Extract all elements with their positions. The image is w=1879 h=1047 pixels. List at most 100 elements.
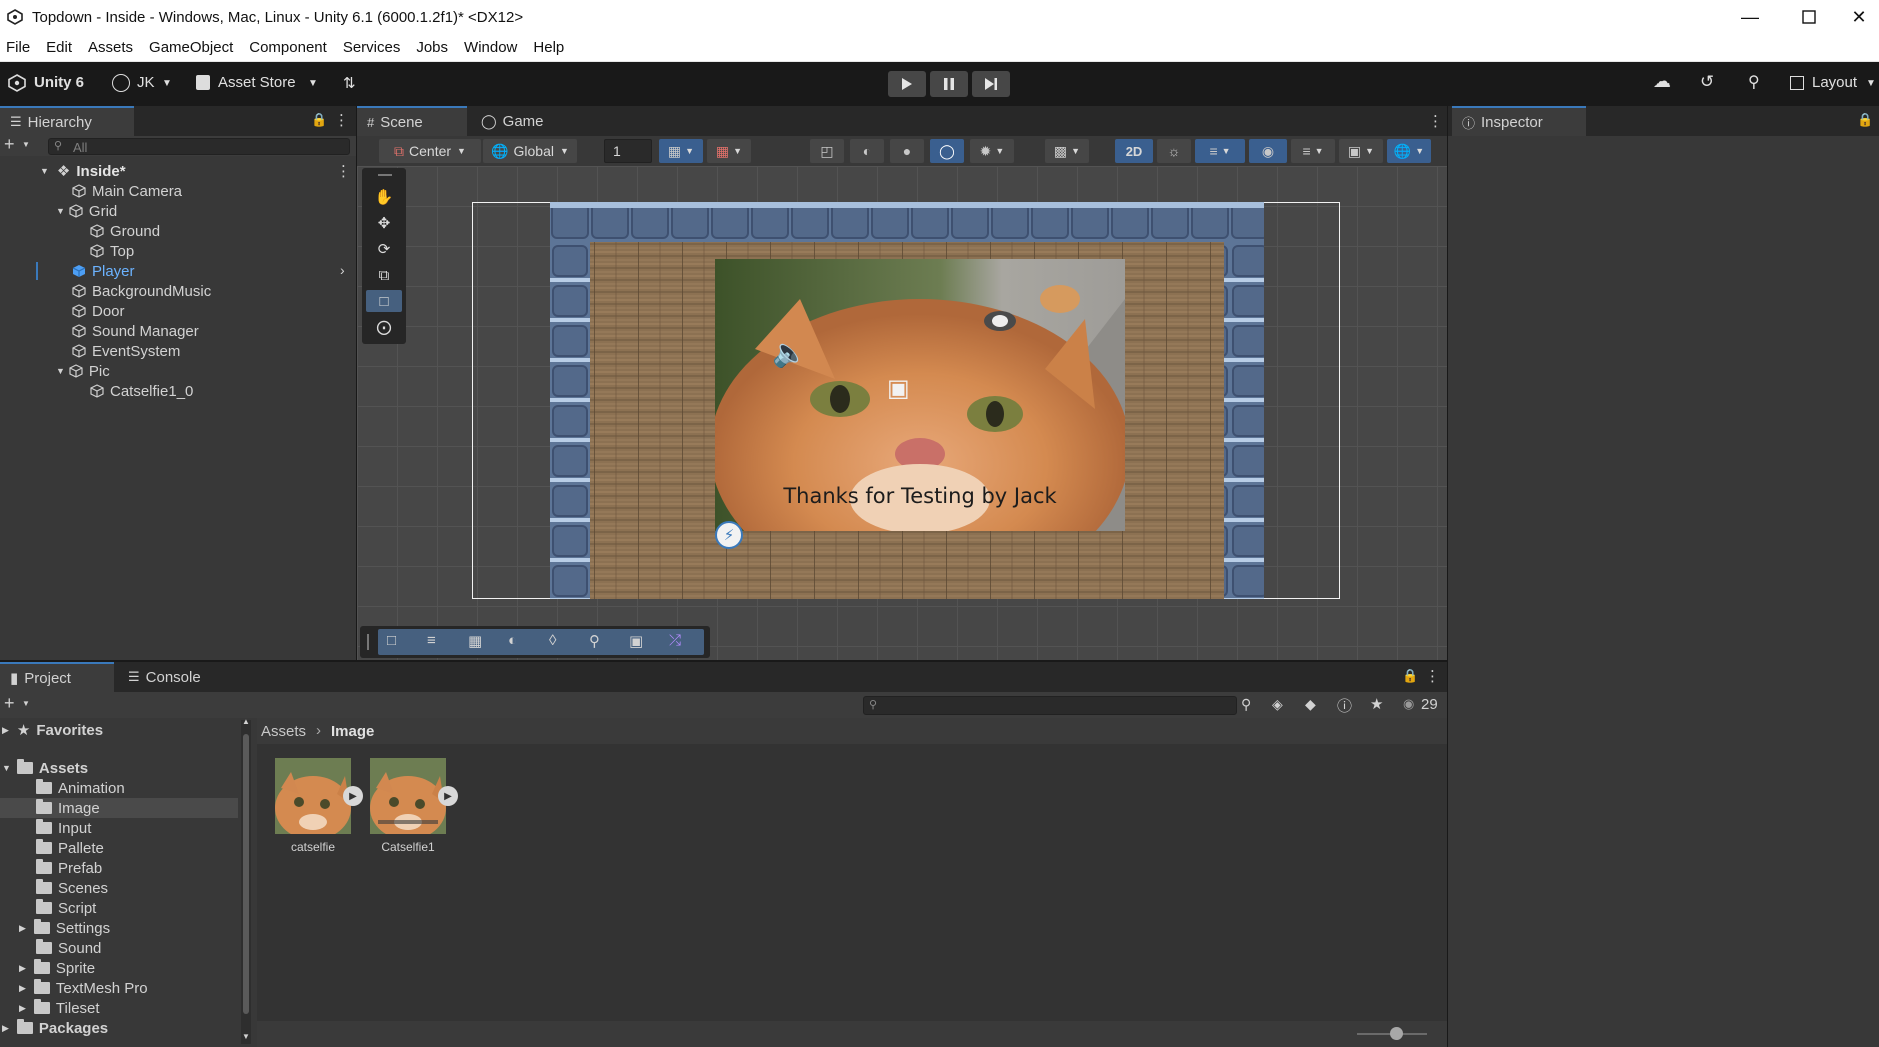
hierarchy-search-input[interactable]: ⚲ All <box>48 138 350 155</box>
expand-arrow-icon[interactable]: ▶ <box>19 963 26 974</box>
menu-edit[interactable]: Edit <box>40 39 82 56</box>
zoom-icon[interactable]: ⚲ <box>589 632 600 650</box>
label-tag-icon[interactable]: ◆ <box>1305 696 1316 713</box>
scale-tool-button[interactable]: ⧉ <box>366 264 402 286</box>
rect-tool-icon[interactable]: □ <box>387 632 396 649</box>
hierarchy-item-main-camera[interactable]: Main Camera <box>72 181 182 201</box>
more-options-icon[interactable]: ⋮ <box>334 111 349 129</box>
menu-jobs[interactable]: Jobs <box>410 39 458 56</box>
hierarchy-item-door[interactable]: Door <box>72 301 125 321</box>
increment-snap-toggle[interactable]: ▦ ▼ <box>707 139 751 163</box>
expand-arrow-icon[interactable]: ▶ <box>19 1003 26 1014</box>
event-system-icon[interactable]: ⚡ <box>715 521 743 549</box>
folder-animation[interactable]: Animation <box>36 778 125 798</box>
asset-catselfie[interactable]: ▶ catselfie <box>275 758 363 858</box>
account-button[interactable]: JK <box>137 74 155 91</box>
folder-sprite[interactable]: ▶ Sprite <box>19 958 95 978</box>
add-chevron-icon[interactable]: ▼ <box>22 140 30 149</box>
align-icon[interactable]: ≡ <box>427 632 436 649</box>
expand-arrow-icon[interactable]: ▶ <box>19 923 26 934</box>
pause-button[interactable] <box>930 71 968 97</box>
render-settings-dropdown[interactable]: ▩ ▼ <box>1045 139 1089 163</box>
expand-sprites-icon[interactable]: ▶ <box>438 786 458 806</box>
scene-viewport[interactable]: Thanks for Testing by Jack 🔈 ▣ ⚡ ✋ ✥ ⟳ ⧉… <box>357 166 1447 660</box>
folder-scenes[interactable]: Scenes <box>36 878 108 898</box>
audio-source-icon[interactable]: 🔈 <box>772 336 807 369</box>
favorites-item[interactable]: ▶ ★ Favorites <box>2 720 103 740</box>
menu-file[interactable]: File <box>0 39 40 56</box>
gizmos-dropdown[interactable]: 🌐 ▼ <box>1387 139 1431 163</box>
tab-hierarchy[interactable]: ☰ Hierarchy <box>0 106 134 136</box>
menu-services[interactable]: Services <box>337 39 411 56</box>
folder-script[interactable]: Script <box>36 898 96 918</box>
hierarchy-item-ground[interactable]: Ground <box>90 221 160 241</box>
log-types-icon[interactable]: ⓘ <box>1337 695 1352 716</box>
transform-tool-button[interactable]: ⨀ <box>366 316 402 338</box>
expand-arrow-icon[interactable]: ▼ <box>40 166 49 176</box>
favorite-star-icon[interactable]: ★ <box>1370 695 1383 713</box>
hidden-packages-icon[interactable]: ◉ <box>1403 696 1414 712</box>
search-by-type-icon[interactable]: ⚲ <box>1241 696 1251 713</box>
breadcrumb-image[interactable]: Image <box>331 723 374 740</box>
packages-root-item[interactable]: ▶ Packages <box>2 1018 108 1038</box>
search-icon[interactable]: ⚲ <box>1748 72 1760 92</box>
version-control-icon[interactable]: ⇅ <box>343 74 356 92</box>
project-search-input[interactable]: ⚲ <box>863 696 1237 715</box>
shading-icon[interactable]: ◐ <box>508 632 517 649</box>
mode-2d-toggle[interactable]: 2D <box>1115 139 1153 163</box>
menu-component[interactable]: Component <box>243 39 337 56</box>
hierarchy-item-top[interactable]: Top <box>90 241 134 261</box>
menu-help[interactable]: Help <box>527 39 574 56</box>
expand-sprites-icon[interactable]: ▶ <box>343 786 363 806</box>
scene-more-options-icon[interactable]: ⋮ <box>1428 112 1443 130</box>
folder-image[interactable]: Image <box>36 798 100 818</box>
folder-sound[interactable]: Sound <box>36 938 101 958</box>
effects-dropdown[interactable]: ≡ ▼ <box>1195 139 1245 163</box>
overlay-drag-handle[interactable] <box>378 174 392 176</box>
draw-mode-wireframe-button[interactable]: ◰ <box>810 139 844 163</box>
add-icon[interactable]: + <box>4 134 15 155</box>
menu-window[interactable]: Window <box>458 39 527 56</box>
folder-pallete[interactable]: Pallete <box>36 838 104 858</box>
folder-prefab[interactable]: Prefab <box>36 858 102 878</box>
expand-arrow-icon[interactable]: ▶ <box>2 725 9 736</box>
menu-gameobject[interactable]: GameObject <box>143 39 243 56</box>
scene-root[interactable]: ▼ ❖ Inside* <box>40 161 126 181</box>
hierarchy-item-sound-manager[interactable]: Sound Manager <box>72 321 199 341</box>
layout-dropdown[interactable]: Layout <box>1812 74 1857 91</box>
space-dropdown[interactable]: 🌐 Global ▼ <box>483 139 577 163</box>
asset-catselfie1[interactable]: ▶ Catselfie1 <box>370 758 458 858</box>
layout-chevron-icon[interactable]: ▼ <box>1866 78 1876 89</box>
minimize-button[interactable]: — <box>1727 0 1773 34</box>
expand-arrow-icon[interactable]: ▶ <box>19 983 26 994</box>
asset-store-chevron-icon[interactable]: ▼ <box>308 78 318 89</box>
hierarchy-item-catselfie1-0[interactable]: Catselfie1_0 <box>90 381 193 401</box>
hierarchy-item-pic[interactable]: ▼ Pic <box>56 361 110 381</box>
unity-version-label[interactable]: Unity 6 <box>34 74 84 91</box>
draw-mode-shaded-button[interactable]: ● <box>890 139 924 163</box>
debug-draw-dropdown[interactable]: ✹ ▼ <box>970 139 1014 163</box>
hierarchy-item-player[interactable]: Player <box>72 261 135 281</box>
shuffle-icon[interactable]: ⤮ <box>669 632 681 649</box>
asset-store-button[interactable]: Asset Store <box>218 74 296 91</box>
grid-size-input[interactable]: 1 <box>604 139 652 163</box>
scroll-up-icon[interactable]: ▲ <box>242 717 250 726</box>
hand-tool-button[interactable]: ✋ <box>366 186 402 208</box>
layers-icon[interactable]: ◊ <box>549 632 556 649</box>
tab-console[interactable]: ☰ Console <box>118 662 228 692</box>
history-icon[interactable]: ↺ <box>1700 72 1714 92</box>
lock-icon[interactable]: 🔒 <box>1857 112 1873 128</box>
grid-snap-toggle[interactable]: ▦ ▼ <box>659 139 703 163</box>
scrollbar-thumb[interactable] <box>243 734 249 1014</box>
pivot-dropdown[interactable]: ⧉ Center ▼ <box>379 139 481 163</box>
rect-tool-button[interactable]: □ <box>366 290 402 312</box>
camera-settings-dropdown[interactable]: ▣ ▼ <box>1339 139 1383 163</box>
close-window-button[interactable]: ✕ <box>1839 0 1879 34</box>
expand-arrow-icon[interactable]: ▼ <box>56 206 65 216</box>
cloud-icon[interactable]: ☁ <box>1653 71 1671 92</box>
folder-tree-scrollbar[interactable]: ▲ ▼ <box>241 717 251 1044</box>
expand-arrow-icon[interactable]: ▼ <box>56 366 65 376</box>
folder-tileset[interactable]: ▶ Tileset <box>19 998 100 1018</box>
grid-hatch-icon[interactable]: ▦ <box>468 632 482 650</box>
assets-root-item[interactable]: ▼ Assets <box>2 758 88 778</box>
